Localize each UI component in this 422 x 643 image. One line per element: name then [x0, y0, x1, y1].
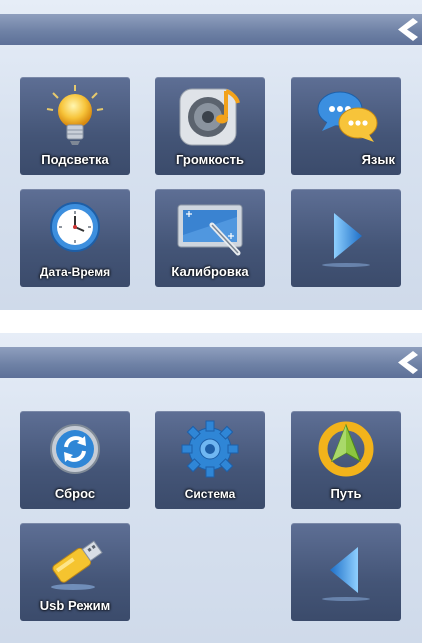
back-chevron-icon[interactable]	[392, 349, 418, 376]
volume-button[interactable]: Громкость	[155, 77, 265, 175]
lightbulb-icon	[46, 85, 104, 145]
tile-label: Громкость	[176, 152, 244, 167]
language-button[interactable]: Язык	[291, 77, 401, 175]
system-button[interactable]: Система	[155, 411, 265, 509]
tile-label: Путь	[330, 486, 362, 501]
settings-screen-page-2: Сброс Система Путь Usb Режим	[0, 333, 422, 643]
navigation-arrow-icon	[318, 421, 374, 477]
usb-drive-icon	[51, 540, 103, 590]
header-bar	[0, 14, 422, 45]
date-time-button[interactable]: Дата-Время	[20, 189, 130, 287]
tile-label: Дата-Время	[39, 265, 111, 279]
speaker-icon	[179, 88, 240, 146]
tile-label: Язык	[361, 152, 395, 167]
arrow-left-icon	[322, 547, 370, 601]
tile-label: Калибровка	[171, 264, 249, 279]
reset-icon	[50, 424, 100, 474]
next-page-button[interactable]	[291, 189, 401, 287]
arrow-right-icon	[322, 213, 370, 267]
route-button[interactable]: Путь	[291, 411, 401, 509]
clock-icon	[50, 202, 100, 252]
usb-mode-button[interactable]: Usb Режим	[20, 523, 130, 621]
tile-label: Сброс	[54, 486, 96, 501]
tile-label: Система	[184, 487, 236, 501]
calibration-button[interactable]: Калибровка	[155, 189, 265, 287]
header-bar	[0, 347, 422, 378]
settings-screen-page-1: Подсветка Громкость Язык Дата-Время Кали…	[0, 0, 422, 310]
back-chevron-icon[interactable]	[392, 16, 418, 43]
chat-bubbles-icon	[317, 91, 378, 142]
reset-button[interactable]: Сброс	[20, 411, 130, 509]
previous-page-button[interactable]	[291, 523, 401, 621]
stylus-calibration-icon	[177, 204, 243, 256]
backlight-button[interactable]: Подсветка	[20, 77, 130, 175]
tile-label: Usb Режим	[39, 598, 111, 613]
gear-icon	[181, 420, 239, 478]
tile-label: Подсветка	[41, 152, 109, 167]
